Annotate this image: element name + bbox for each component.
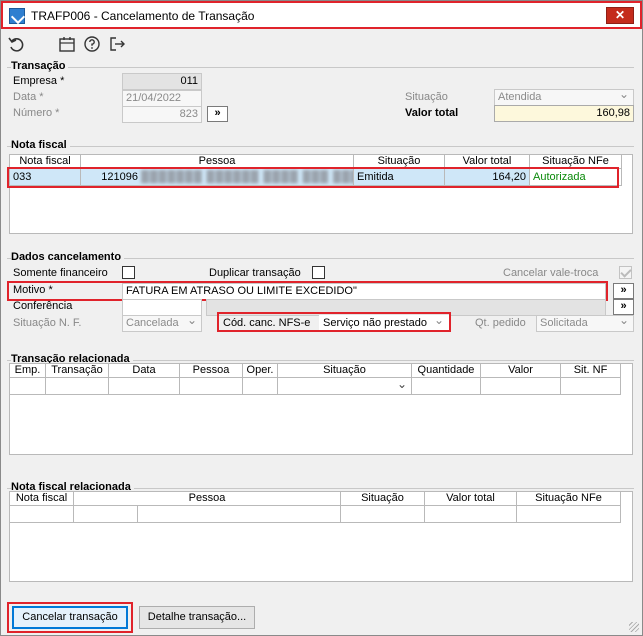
col-valor[interactable]: Valor [481,364,561,378]
resize-grip[interactable] [629,622,639,632]
data-label: Data * [13,91,44,103]
cell-situacao [341,506,425,523]
cell-pessoa [180,378,243,395]
somente-financeiro-checkbox[interactable] [122,266,135,279]
cell-oper [243,378,278,395]
cell-situacao-nfe: Autorizada [530,169,622,186]
somente-financeiro-label: Somente financeiro [13,267,108,279]
conferencia-field[interactable] [122,299,202,316]
chevron-down-icon: ⌄ [396,378,407,391]
col-transacao[interactable]: Transação [46,364,109,378]
numero-lookup-button[interactable]: » [207,106,228,122]
col-nota-fiscal[interactable]: Nota fiscal [10,155,81,169]
col-nota-fiscal[interactable]: Nota fiscal [10,492,74,506]
cancelar-vale-checkbox[interactable] [619,266,632,279]
col-emp[interactable]: Emp. [10,364,46,378]
close-button[interactable]: ✕ [606,7,634,24]
transacao-relacionada-grid: Emp. Transação Data Pessoa Oper. Situaçã… [9,363,633,455]
col-pessoa[interactable]: Pessoa [74,492,341,506]
nota-fiscal-divider [7,146,634,147]
cell-pessoa: 121096 ███████ ██████ ████ ███ ██████ [81,169,354,186]
col-situacao-nfe[interactable]: Situação NFe [517,492,621,506]
valor-total-field[interactable]: 160,98 [494,105,634,122]
calendar-icon[interactable] [58,35,76,53]
empresa-field[interactable]: 011 [122,73,202,90]
cell-situacao: Emitida [354,169,445,186]
situacao-label: Situação [405,91,448,103]
col-situacao[interactable]: Situação [341,492,425,506]
qt-pedido-select[interactable]: Solicitada [536,315,634,332]
cod-canc-label: Cód. canc. NFS-e [223,317,311,329]
numero-label: Número * [13,107,60,119]
empresa-label: Empresa * [13,75,65,87]
situacao-nf-select[interactable]: Cancelada [122,315,202,332]
valor-total-label: Valor total [405,107,459,119]
cell-transacao [46,378,109,395]
col-situacao-nfe[interactable]: Situação NFe [530,155,622,169]
cell-nota: 033 [10,169,81,186]
conferencia-description [206,299,606,316]
cod-canc-select[interactable]: Serviço não prestado [319,315,449,332]
pessoa-name-redacted: ███████ ██████ ████ ███ ██████ [141,171,353,183]
transacao-section-title: Transação [11,60,69,72]
col-situacao[interactable]: Situação [278,364,412,378]
nota-fiscal-section-title: Nota fiscal [11,139,70,151]
col-oper[interactable]: Oper. [243,364,278,378]
duplicar-label: Duplicar transação [209,267,301,279]
col-situacao[interactable]: Situação [354,155,445,169]
conferencia-lookup-button[interactable]: » [613,299,634,315]
cell-data [109,378,180,395]
numero-field[interactable]: 823 [122,106,202,123]
detalhe-transacao-button[interactable]: Detalhe transação... [139,606,255,629]
window-title: TRAFP006 - Cancelamento de Transação [31,9,255,23]
motivo-field[interactable]: FATURA EM ATRASO OU LIMITE EXCEDIDO" [122,283,606,300]
cell-sit-nf [561,378,621,395]
nota-fiscal-grid: Nota fiscal Pessoa Situação Valor total … [9,154,633,234]
motivo-lookup-button[interactable]: » [613,283,634,299]
conferencia-label: Conferência [13,300,73,312]
transacao-divider [7,67,634,68]
col-valor-total[interactable]: Valor total [425,492,517,506]
motivo-label: Motivo * [13,284,53,296]
cell-valor [425,506,517,523]
window: TRAFP006 - Cancelamento de Transação ✕ T… [0,0,643,636]
col-valor-total[interactable]: Valor total [445,155,530,169]
situacao-select[interactable]: Atendida [494,89,634,106]
exit-icon[interactable] [108,35,126,53]
cell-pessoa-code [74,506,138,523]
col-pessoa[interactable]: Pessoa [180,364,243,378]
cell-situacao-dropdown[interactable]: ⌄ [278,378,412,395]
col-data[interactable]: Data [109,364,180,378]
cancelar-vale-label: Cancelar vale-troca [503,267,599,279]
cell-valor: 164,20 [445,169,530,186]
cell-pessoa-name [138,506,341,523]
cell-situacao-nfe [517,506,621,523]
pessoa-code: 121096 [101,171,138,183]
qt-pedido-label: Qt. pedido [475,317,526,329]
cancelamento-section-title: Dados cancelamento [11,251,125,263]
cell-quantidade [412,378,481,395]
undo-icon[interactable] [7,35,25,53]
col-quantidade[interactable]: Quantidade [412,364,481,378]
situacao-nf-label: Situação N. F. [13,317,82,329]
app-icon [9,8,25,24]
data-field[interactable]: 21/04/2022 [122,90,202,107]
cell-valor [481,378,561,395]
cell-nota [10,506,74,523]
cancelar-transacao-button[interactable]: Cancelar transação [12,606,128,629]
col-pessoa[interactable]: Pessoa [81,155,354,169]
duplicar-checkbox[interactable] [312,266,325,279]
col-sit-nf[interactable]: Sit. NF [561,364,621,378]
title-bar: TRAFP006 - Cancelamento de Transação ✕ [1,1,642,29]
nf-relacionada-grid: Nota fiscal Pessoa Situação Valor total … [9,491,633,582]
help-icon[interactable] [83,35,101,53]
cell-emp [10,378,46,395]
